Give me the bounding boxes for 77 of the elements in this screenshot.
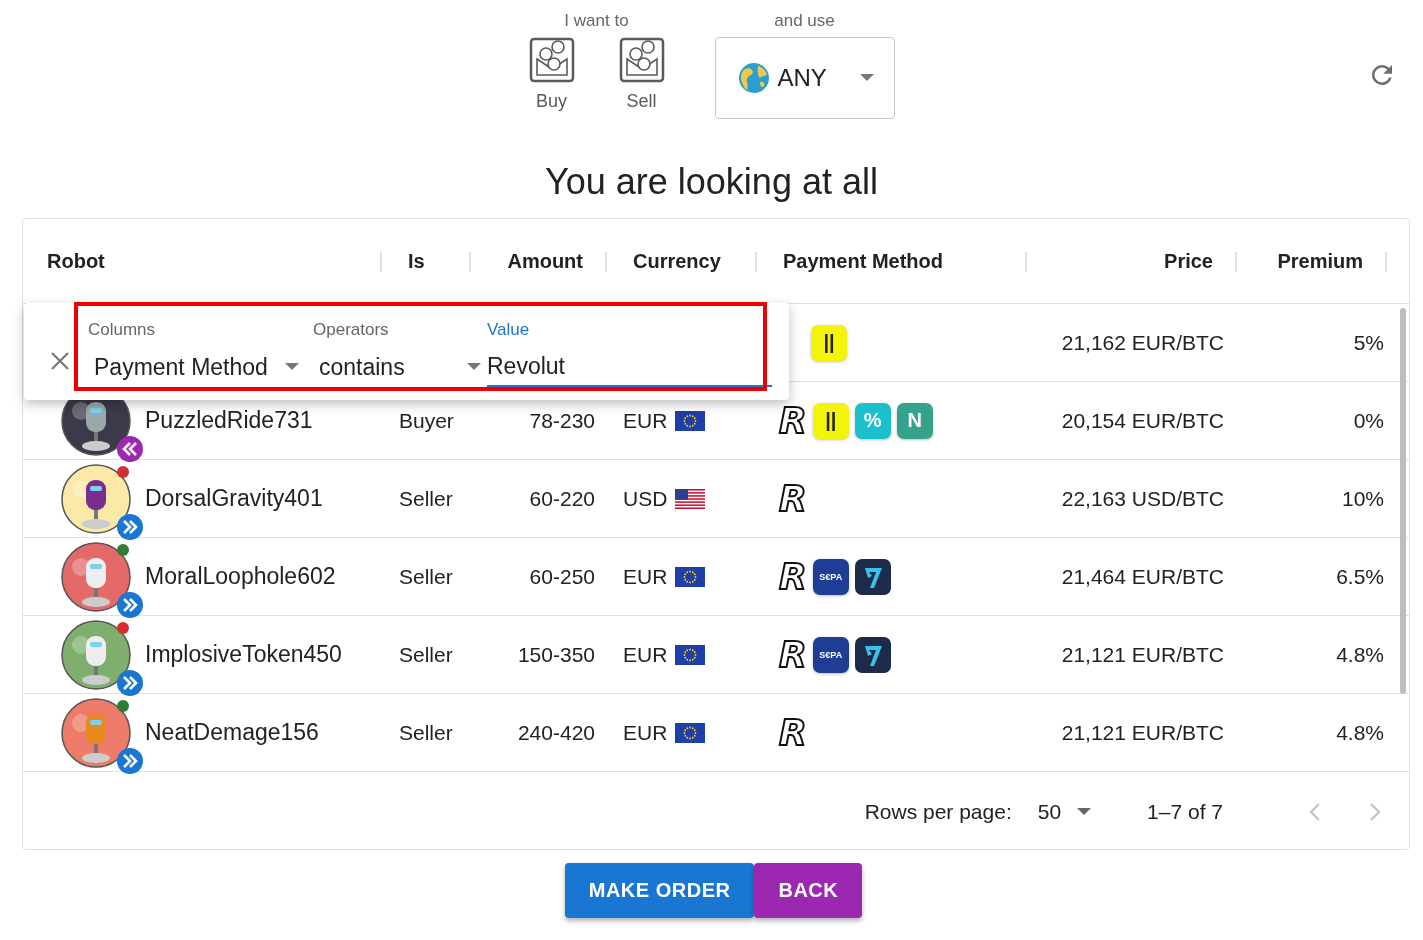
premium-text: 4.8%: [1336, 720, 1384, 745]
currency-text: USD: [623, 486, 668, 511]
currency-label: and use: [774, 10, 835, 32]
side-label: I want to: [564, 10, 629, 32]
payment-logo: R: [779, 636, 807, 673]
premium-text: 6.5%: [1336, 564, 1384, 589]
amount-text: 60-250: [529, 564, 595, 589]
currency-text: EUR: [623, 408, 668, 433]
field-label: Value: [487, 319, 531, 341]
premium-text: 4.8%: [1336, 642, 1384, 667]
premium-text: 5%: [1353, 330, 1384, 355]
robot-name: DorsalGravity401: [145, 485, 323, 512]
close-button[interactable]: [50, 350, 70, 371]
action-button[interactable]: BACK: [754, 863, 863, 918]
payment-logo: %: [854, 402, 891, 439]
column-header[interactable]: Amount: [507, 249, 583, 273]
payment-logo: S€PA: [812, 636, 849, 673]
globe-icon: [737, 62, 770, 94]
side-text: Seller: [399, 720, 453, 745]
column-header[interactable]: Robot: [47, 249, 105, 273]
amount-text: 78-230: [529, 408, 595, 433]
payment-logo: R: [779, 558, 807, 595]
column-header[interactable]: Price: [1164, 249, 1213, 273]
page-range: 1–7 of 7: [1147, 800, 1223, 824]
price-text: 21,162 EUR/BTC: [1061, 330, 1224, 355]
rows-per-page-label: Rows per page:: [864, 800, 1012, 824]
payment-logo: S€PA: [812, 558, 849, 595]
chevron-left-icon: [1309, 802, 1321, 822]
price-text: 21,464 EUR/BTC: [1061, 564, 1224, 589]
page-heading: You are looking at all: [544, 160, 879, 204]
payment-logo: R: [779, 714, 807, 751]
price-text: 21,121 EUR/BTC: [1061, 720, 1224, 745]
price-text: 21,121 EUR/BTC: [1061, 642, 1224, 667]
robot-name: MoralLoophole602: [145, 563, 336, 590]
column-select[interactable]: Payment Method: [88, 347, 301, 388]
column-header[interactable]: Premium: [1277, 249, 1363, 273]
side-text: Seller: [399, 642, 453, 667]
payment-logo: ||: [812, 402, 849, 439]
caret-icon: [467, 363, 481, 371]
currency-text: EUR: [623, 720, 668, 745]
caret-icon: [859, 74, 874, 82]
price-text: 20,154 EUR/BTC: [1061, 408, 1224, 433]
column-header[interactable]: Is: [408, 249, 425, 273]
robot-name: NeatDemage156: [145, 719, 319, 746]
field-label: Operators: [313, 319, 390, 341]
field-label: Columns: [88, 319, 157, 341]
side-toggle[interactable]: Sell: [618, 37, 665, 112]
envelope-coins-icon: [618, 37, 665, 83]
rows-per-page-select[interactable]: 50: [1037, 800, 1092, 824]
price-text: 22,163 USD/BTC: [1061, 486, 1224, 511]
currency-select[interactable]: ANY: [714, 37, 895, 119]
envelope-coins-icon: [528, 37, 575, 83]
caret-icon: [1077, 808, 1092, 816]
premium-text: 0%: [1353, 408, 1384, 433]
side-text: Seller: [399, 564, 453, 589]
payment-logo: N: [896, 402, 933, 439]
caret-icon: [285, 363, 299, 371]
payment-logo: ||: [811, 324, 847, 361]
scrollbar[interactable]: [1400, 308, 1406, 694]
side-text: Buyer: [399, 408, 454, 433]
amount-text: 60-220: [529, 486, 595, 511]
side-toggle[interactable]: Buy: [528, 37, 575, 112]
payment-logo: R: [779, 402, 807, 439]
amount-text: 150-350: [517, 642, 595, 667]
premium-text: 10%: [1341, 486, 1384, 511]
side-text: Seller: [399, 486, 453, 511]
payment-logo: R: [779, 480, 807, 517]
currency-text: EUR: [623, 564, 668, 589]
chevron-right-icon: [1369, 802, 1381, 822]
action-button[interactable]: MAKE ORDER: [564, 863, 755, 918]
column-header[interactable]: Currency: [633, 249, 721, 273]
column-header[interactable]: Payment Method: [783, 249, 944, 273]
currency-text: EUR: [623, 642, 668, 667]
robot-name: PuzzledRide731: [145, 407, 313, 434]
operator-select[interactable]: contains: [313, 347, 483, 388]
robot-name: ImplosiveToken450: [145, 641, 342, 668]
amount-text: 240-420: [517, 720, 595, 745]
